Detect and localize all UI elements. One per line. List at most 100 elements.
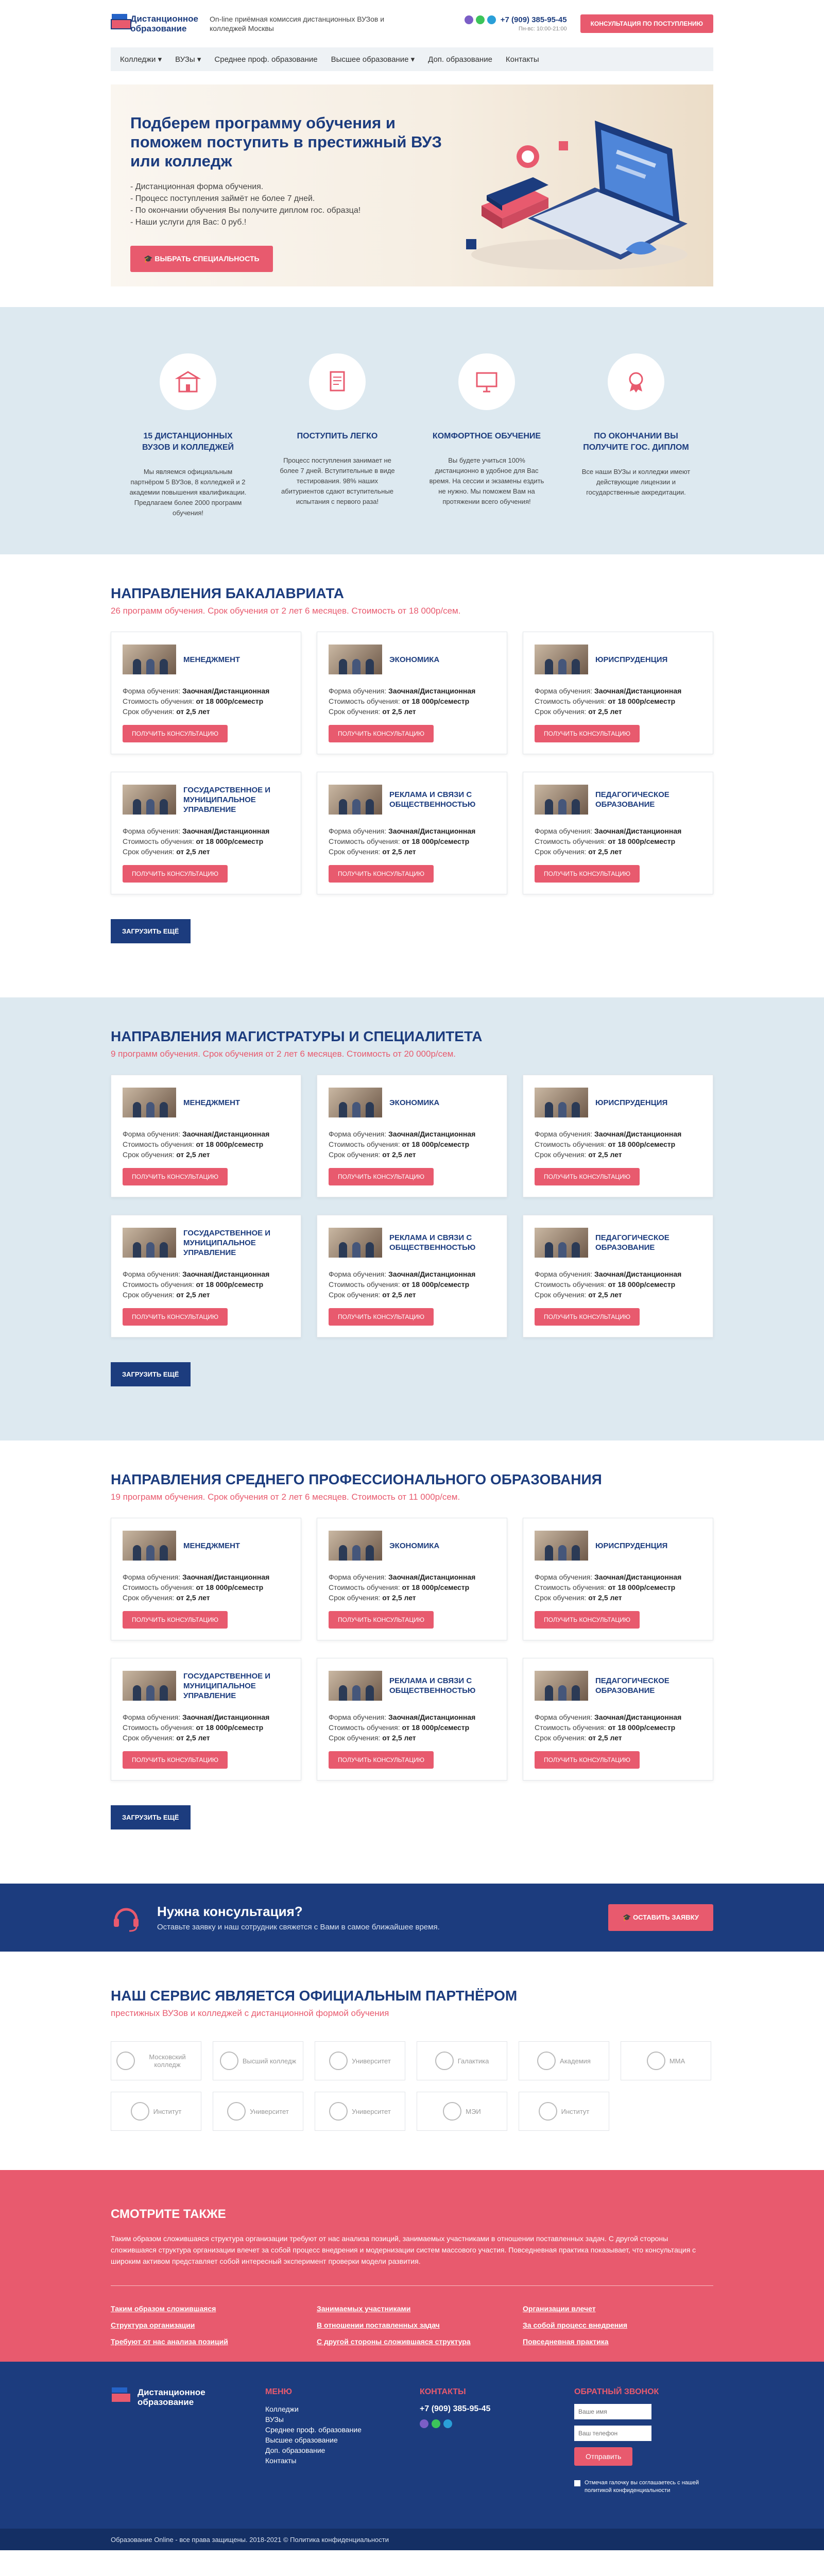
program-form: Форма обучения: Заочная/Дистанционная — [123, 1270, 270, 1278]
site-logo[interactable]: Дистанционное образование — [111, 14, 198, 33]
nav-secondary[interactable]: Среднее проф. образование — [214, 55, 317, 64]
nav-higher[interactable]: Высшее образование ▾ — [331, 55, 415, 64]
program-term: Срок обучения: от 2,5 лет — [535, 707, 622, 716]
header-contacts: +7 (909) 385-95-45 Пн-вс: 10:00-21:00 — [464, 15, 567, 32]
consult-header-button[interactable]: Консультация по поступлению — [580, 14, 713, 33]
see-also-link[interactable]: Организации влечет — [523, 2300, 713, 2317]
program-thumbnail — [123, 1228, 176, 1258]
partner-logo-grid: Московский колледж Высший колледж Универси… — [111, 2041, 713, 2131]
footer-logo[interactable]: Дистанционное образование — [111, 2387, 265, 2495]
footer-menu-item[interactable]: ВУЗы — [265, 2414, 420, 2425]
get-consult-button[interactable]: Получить консультацию — [535, 1751, 640, 1769]
program-form: Форма обучения: Заочная/Дистанционная — [535, 687, 682, 695]
leave-request-button[interactable]: 🎓 Оставить заявку — [608, 1904, 713, 1931]
get-consult-button[interactable]: Получить консультацию — [123, 865, 228, 883]
get-consult-button[interactable]: Получить консультацию — [329, 1168, 434, 1185]
nav-universities[interactable]: ВУЗы ▾ — [175, 55, 201, 64]
program-card: Реклама и связи с общественностью Форма … — [317, 1215, 507, 1337]
partners-subtitle: престижных ВУЗов и колледжей с дистанцио… — [111, 2008, 389, 2018]
footer-menu-item[interactable]: Доп. образование — [265, 2445, 420, 2455]
see-also-text: Таким образом сложившаяся структура орга… — [111, 2234, 696, 2265]
get-consult-button[interactable]: Получить консультацию — [535, 865, 640, 883]
partner-logo[interactable]: Московский колледж — [111, 2041, 201, 2080]
load-more-button[interactable]: Загрузить ещё — [111, 919, 191, 943]
see-also-link[interactable]: За собой процесс внедрения — [523, 2317, 713, 2333]
partner-logo[interactable]: Институт — [519, 2092, 609, 2131]
see-also-link[interactable]: Занимаемых участниками — [317, 2300, 507, 2317]
see-also-link[interactable]: Требуют от нас анализа позиций — [111, 2333, 301, 2350]
partner-name: Московский колледж — [149, 2053, 186, 2069]
get-consult-button[interactable]: Получить консультацию — [329, 1308, 434, 1326]
load-more-button[interactable]: Загрузить ещё — [111, 1805, 191, 1829]
whatsapp-icon[interactable] — [475, 15, 485, 24]
get-consult-button[interactable]: Получить консультацию — [329, 1611, 434, 1629]
partner-logo[interactable]: ММА — [621, 2041, 711, 2080]
get-consult-button[interactable]: Получить консультацию — [535, 1611, 640, 1629]
program-cost: Стоимость обучения: от 18 000р/семестр — [329, 1723, 470, 1732]
partner-logo[interactable]: Университет — [213, 2092, 303, 2131]
see-also-link[interactable]: Структура организации — [111, 2317, 301, 2333]
telegram-icon[interactable] — [443, 2419, 452, 2428]
partner-emblem-icon — [443, 2102, 462, 2121]
footer-menu-item[interactable]: Колледжи — [265, 2404, 420, 2414]
partner-emblem-icon — [435, 2052, 454, 2070]
partner-name: Университет — [352, 2057, 391, 2065]
see-also-link[interactable]: С другой стороны сложившаяся структура — [317, 2333, 507, 2350]
viber-icon[interactable] — [420, 2419, 428, 2428]
name-field[interactable] — [574, 2404, 651, 2419]
logo-text: Дистанционное образование — [130, 14, 198, 33]
get-consult-button[interactable]: Получить консультацию — [535, 1168, 640, 1185]
footer-menu-item[interactable]: Контакты — [265, 2455, 420, 2466]
get-consult-button[interactable]: Получить консультацию — [535, 1308, 640, 1326]
see-also-link[interactable]: В отношении поставленных задач — [317, 2317, 507, 2333]
partner-emblem-icon — [227, 2102, 246, 2121]
footer-phone[interactable]: +7 (909) 385-95-45 — [420, 2404, 574, 2414]
footer-menu-item[interactable]: Среднее проф. образование — [265, 2425, 420, 2435]
program-form: Форма обучения: Заочная/Дистанционная — [329, 1130, 476, 1138]
site-footer: Дистанционное образование Меню Колледжи … — [0, 2362, 824, 2529]
telegram-icon[interactable] — [487, 15, 496, 24]
partner-logo[interactable]: Высший колледж — [213, 2041, 303, 2080]
agree-checkbox[interactable] — [574, 2480, 580, 2486]
partner-logo[interactable]: МЭИ — [417, 2092, 507, 2131]
get-consult-button[interactable]: Получить консультацию — [123, 725, 228, 742]
footer-menu: Меню Колледжи ВУЗы Среднее проф. образов… — [265, 2387, 420, 2495]
footer-menu-item[interactable]: Высшее образование — [265, 2435, 420, 2445]
consult-text: Оставьте заявку и наш сотрудник свяжется… — [157, 1923, 440, 1931]
get-consult-button[interactable]: Получить консультацию — [123, 1168, 228, 1185]
partner-logo[interactable]: Университет — [315, 2092, 405, 2131]
see-also-link[interactable]: Повседневная практика — [523, 2333, 713, 2350]
copyright-bar: Образование Online - все права защищены.… — [0, 2529, 824, 2550]
viber-icon[interactable] — [464, 15, 473, 24]
whatsapp-icon[interactable] — [432, 2419, 440, 2428]
header-phone[interactable]: +7 (909) 385-95-45 — [501, 15, 567, 24]
logo-icon — [111, 2387, 134, 2407]
phone-field[interactable] — [574, 2426, 651, 2441]
partner-emblem-icon — [116, 2052, 135, 2070]
nav-colleges[interactable]: Колледжи ▾ — [120, 55, 162, 64]
section-subtitle: 26 программ обучения. Срок обучения от 2… — [111, 606, 461, 616]
nav-additional[interactable]: Доп. образование — [428, 55, 492, 64]
program-card: Педагогическое образование Форма обучени… — [523, 1658, 713, 1781]
partner-logo[interactable]: Институт — [111, 2092, 201, 2131]
see-also-link[interactable]: Таким образом сложившаяся — [111, 2300, 301, 2317]
nav-contacts[interactable]: Контакты — [506, 55, 539, 64]
choose-specialty-button[interactable]: 🎓 Выбрать специальность — [130, 246, 273, 272]
get-consult-button[interactable]: Получить консультацию — [329, 725, 434, 742]
program-form: Форма обучения: Заочная/Дистанционная — [329, 687, 476, 695]
program-form: Форма обучения: Заочная/Дистанционная — [535, 1573, 682, 1581]
program-term: Срок обучения: от 2,5 лет — [329, 1594, 416, 1602]
get-consult-button[interactable]: Получить консультацию — [123, 1611, 228, 1629]
get-consult-button[interactable]: Получить консультацию — [123, 1751, 228, 1769]
partner-logo[interactable]: Академия — [519, 2041, 609, 2080]
partner-logo[interactable]: Университет — [315, 2041, 405, 2080]
load-more-button[interactable]: Загрузить ещё — [111, 1362, 191, 1386]
get-consult-button[interactable]: Получить консультацию — [329, 1751, 434, 1769]
get-consult-button[interactable]: Получить консультацию — [535, 725, 640, 742]
get-consult-button[interactable]: Получить консультацию — [123, 1308, 228, 1326]
program-form: Форма обучения: Заочная/Дистанционная — [123, 1713, 270, 1721]
partner-logo[interactable]: Галактика — [417, 2041, 507, 2080]
get-consult-button[interactable]: Получить консультацию — [329, 865, 434, 883]
program-thumbnail — [535, 1531, 588, 1561]
submit-button[interactable]: Отправить — [574, 2447, 633, 2466]
